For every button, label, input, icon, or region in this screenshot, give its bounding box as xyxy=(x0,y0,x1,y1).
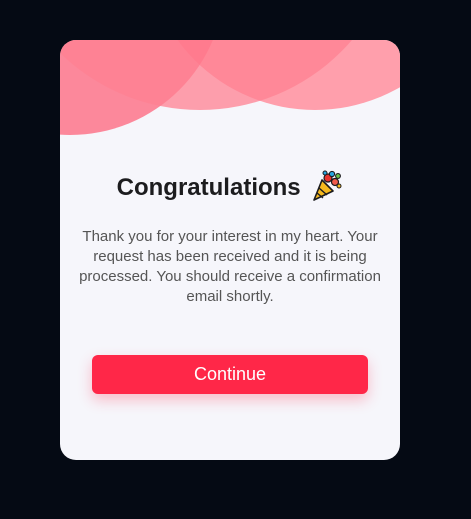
confirmation-card: Congratulations Thank you for your inter… xyxy=(60,40,400,460)
dialog-title: Congratulations xyxy=(116,174,301,201)
title-row: Congratulations xyxy=(60,170,400,206)
continue-button[interactable]: Continue xyxy=(92,355,368,394)
header-decoration xyxy=(60,40,400,135)
party-popper-icon xyxy=(313,170,342,201)
dialog-message: Thank you for your interest in my heart.… xyxy=(79,228,381,305)
